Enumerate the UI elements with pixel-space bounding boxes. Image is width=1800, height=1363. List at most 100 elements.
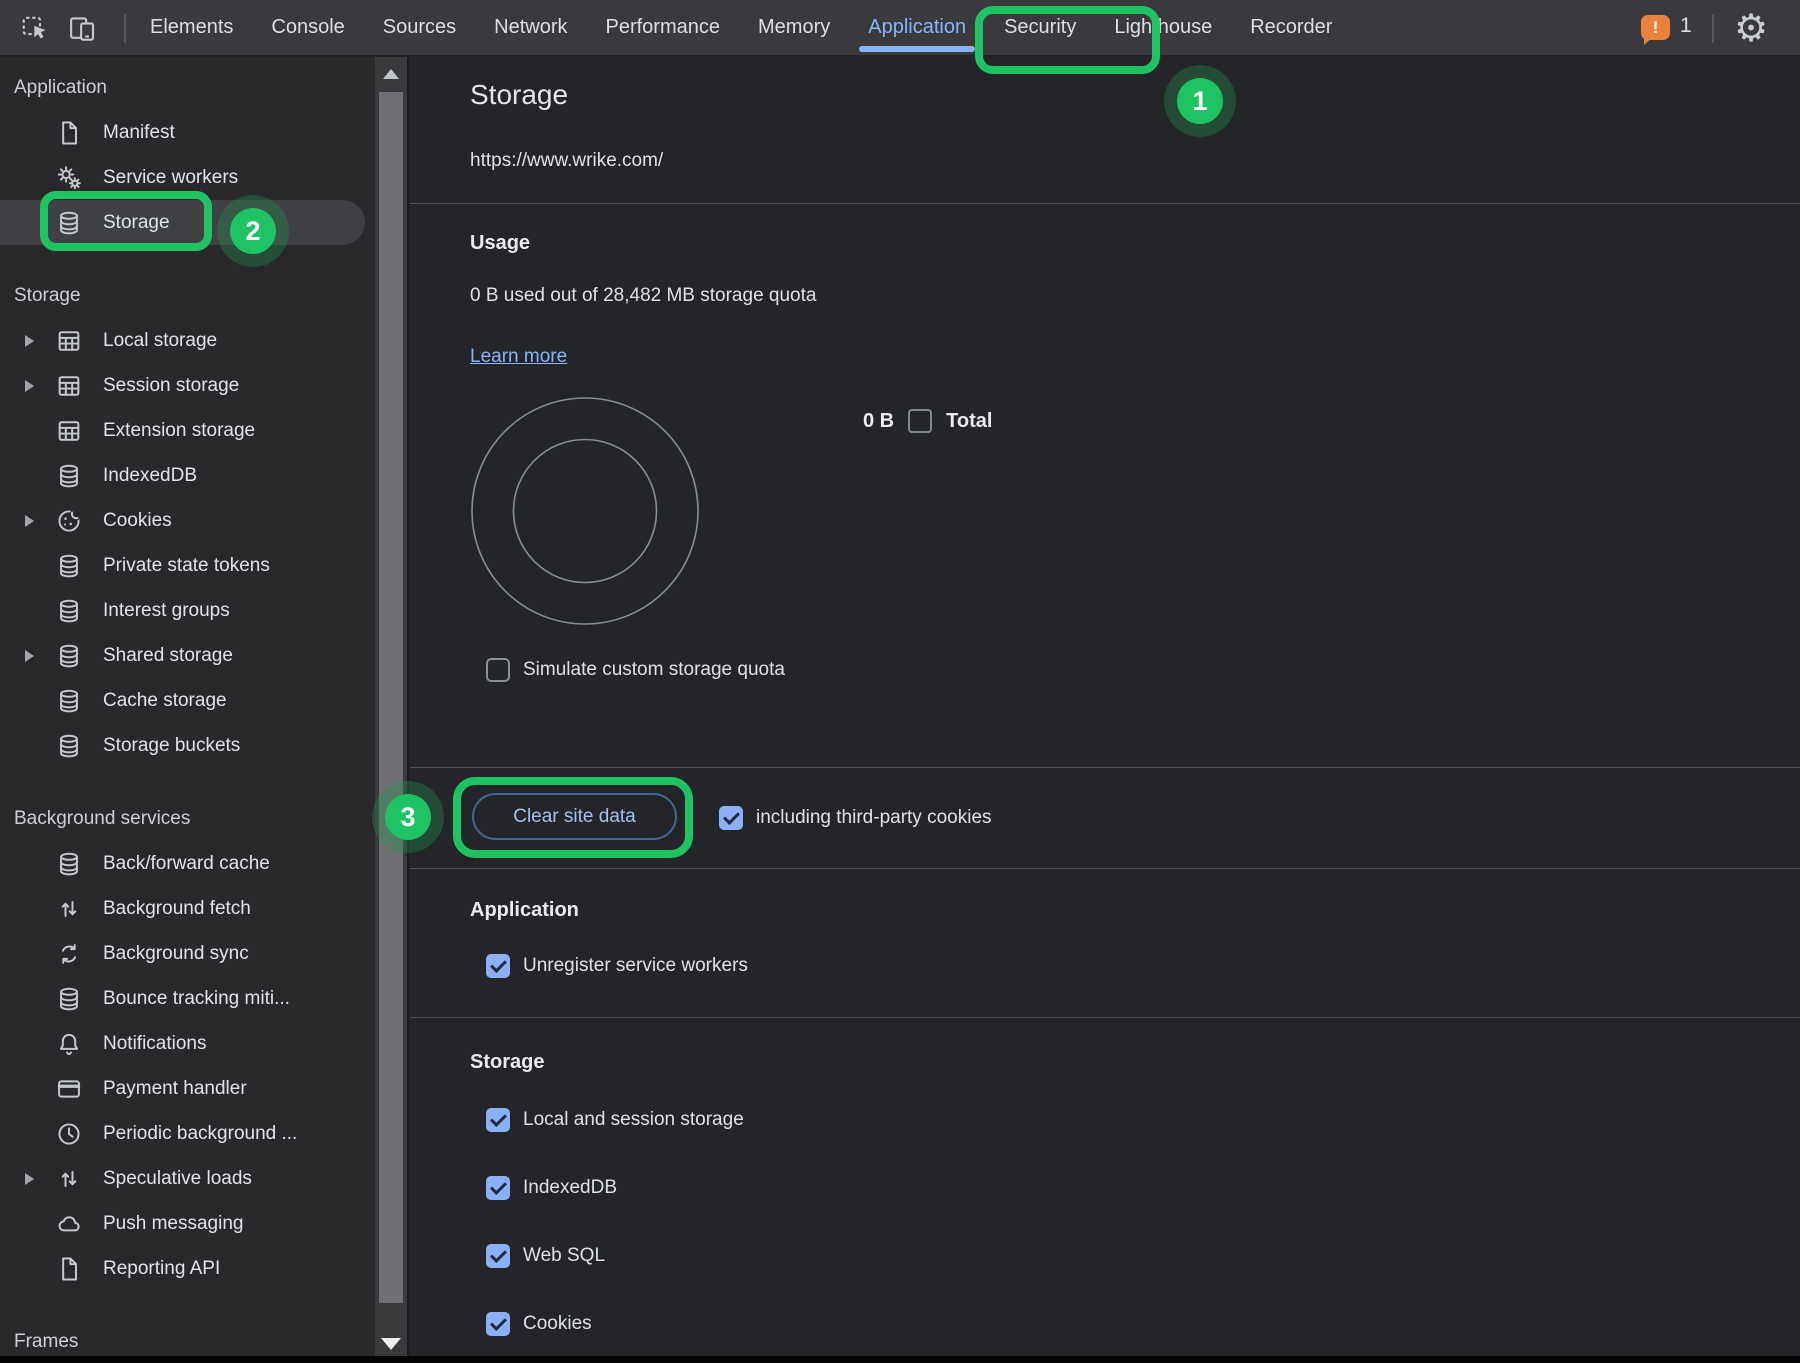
sidebar-item-push-messaging[interactable]: Push messaging (0, 1201, 375, 1246)
tab-memory[interactable]: Memory (739, 0, 849, 55)
indexeddb-checkbox[interactable] (486, 1176, 510, 1200)
cloud-icon (53, 1210, 85, 1238)
sidebar-item-session-storage[interactable]: Session storage (0, 363, 375, 408)
sidebar-item-label: Periodic background ... (103, 1123, 297, 1145)
storage-section-heading: Storage (470, 1051, 544, 1074)
sidebar-item-label: Private state tokens (103, 555, 270, 577)
table-icon (53, 372, 85, 400)
total-checkbox[interactable] (908, 409, 932, 433)
expand-triangle-icon[interactable] (25, 650, 53, 662)
sidebar-item-local-storage[interactable]: Local storage (0, 318, 375, 363)
tab-performance[interactable]: Performance (587, 0, 740, 55)
section-divider (410, 1017, 1800, 1018)
tab-sources[interactable]: Sources (364, 0, 475, 55)
sidebar-item-label: Extension storage (103, 420, 255, 442)
origin-url: https://www.wrike.com/ (470, 150, 663, 172)
devtools-toolbar: ElementsConsoleSourcesNetworkPerformance… (0, 0, 1800, 57)
sidebar-item-reporting-api[interactable]: Reporting API (0, 1246, 375, 1291)
usage-heading: Usage (470, 232, 530, 255)
indexeddb-row: IndexedDB (486, 1176, 617, 1200)
sidebar-item-label: Cookies (103, 510, 172, 532)
issues-count: 1 (1680, 14, 1692, 38)
gear-icon[interactable]: ⚙ (1734, 5, 1768, 51)
total-label: Total (946, 410, 992, 433)
toolbar-divider (124, 14, 126, 43)
sidebar-item-label: Background fetch (103, 898, 251, 920)
sidebar-item-storage-buckets[interactable]: Storage buckets (0, 723, 375, 768)
total-value: 0 B (863, 410, 894, 433)
database-icon (53, 642, 85, 670)
unregister-service-workers-row: Unregister service workers (486, 954, 748, 978)
learn-more-link[interactable]: Learn more (470, 346, 567, 368)
tab-label: Lighthouse (1114, 16, 1212, 39)
card-icon (53, 1075, 85, 1103)
expand-triangle-icon[interactable] (25, 1173, 53, 1185)
database-icon (53, 552, 85, 580)
web-sql-checkbox[interactable] (486, 1244, 510, 1268)
scrollbar-down-arrow-icon[interactable] (375, 1334, 407, 1354)
expand-triangle-icon[interactable] (25, 380, 53, 392)
simulate-quota-checkbox[interactable] (486, 658, 510, 682)
devtools-window: ElementsConsoleSourcesNetworkPerformance… (0, 0, 1800, 1363)
sidebar-item-manifest[interactable]: Manifest (0, 110, 375, 155)
expand-triangle-icon[interactable] (25, 335, 53, 347)
table-icon (53, 327, 85, 355)
cookies-checkbox[interactable] (486, 1312, 510, 1336)
tab-console[interactable]: Console (252, 0, 363, 55)
active-tab-underline (859, 46, 975, 52)
sidebar-item-background-sync[interactable]: Background sync (0, 931, 375, 976)
tab-security[interactable]: Security (985, 0, 1095, 55)
sidebar-item-background-fetch[interactable]: Background fetch (0, 886, 375, 931)
issues-exclamation: ! (1653, 18, 1659, 38)
scrollbar-thumb[interactable] (379, 92, 403, 1303)
sidebar-item-label: Local storage (103, 330, 217, 352)
sidebar-item-storage[interactable]: Storage (0, 200, 365, 245)
database-icon (53, 732, 85, 760)
tab-recorder[interactable]: Recorder (1231, 0, 1351, 55)
issues-badge-icon[interactable]: ! (1641, 15, 1670, 40)
page-title: Storage (470, 79, 568, 111)
sidebar-item-speculative-loads[interactable]: Speculative loads (0, 1156, 375, 1201)
sidebar-item-shared-storage[interactable]: Shared storage (0, 633, 375, 678)
tab-application[interactable]: Application (849, 0, 985, 55)
tab-network[interactable]: Network (475, 0, 586, 55)
unregister-service-workers-checkbox[interactable] (486, 954, 510, 978)
sidebar-item-bounce-tracking-miti-[interactable]: Bounce tracking miti... (0, 976, 375, 1021)
sidebar-item-label: Reporting API (103, 1258, 220, 1280)
sidebar-item-payment-handler[interactable]: Payment handler (0, 1066, 375, 1111)
inspect-element-icon[interactable] (18, 13, 52, 45)
sidebar-item-interest-groups[interactable]: Interest groups (0, 588, 375, 633)
sidebar-scrollbar[interactable] (375, 57, 407, 1356)
sidebar-item-private-state-tokens[interactable]: Private state tokens (0, 543, 375, 588)
sidebar-item-back-forward-cache[interactable]: Back/forward cache (0, 841, 375, 886)
unregister-service-workers-label: Unregister service workers (523, 955, 748, 977)
device-toolbar-icon[interactable] (66, 13, 100, 45)
tab-label: Application (868, 16, 966, 39)
bottom-edge (0, 1356, 1800, 1363)
sidebar-item-extension-storage[interactable]: Extension storage (0, 408, 375, 453)
sidebar-item-cache-storage[interactable]: Cache storage (0, 678, 375, 723)
sidebar-section-header-application: Application (0, 65, 375, 110)
simulate-quota-row: Simulate custom storage quota (486, 658, 785, 682)
sidebar-item-service-workers[interactable]: Service workers (0, 155, 375, 200)
third-party-cookies-row: including third-party cookies (719, 806, 992, 830)
tab-lighthouse[interactable]: Lighthouse (1095, 0, 1231, 55)
database-icon (53, 985, 85, 1013)
file-icon (53, 1255, 85, 1283)
section-divider (410, 767, 1800, 768)
sidebar-item-label: Shared storage (103, 645, 233, 667)
sidebar-section-header-frames: Frames (0, 1319, 375, 1356)
local-and-session-storage-checkbox[interactable] (486, 1108, 510, 1132)
sidebar-item-notifications[interactable]: Notifications (0, 1021, 375, 1066)
clear-site-data-button[interactable]: Clear site data (472, 793, 677, 840)
sidebar-item-indexeddb[interactable]: IndexedDB (0, 453, 375, 498)
sidebar-item-periodic-background-[interactable]: Periodic background ... (0, 1111, 375, 1156)
sidebar-item-cookies[interactable]: Cookies (0, 498, 375, 543)
sidebar-item-label: Back/forward cache (103, 853, 270, 875)
scrollbar-up-arrow-icon[interactable] (375, 57, 407, 90)
third-party-cookies-checkbox[interactable] (719, 806, 743, 830)
tab-elements[interactable]: Elements (131, 0, 252, 55)
expand-triangle-icon[interactable] (25, 515, 53, 527)
third-party-cookies-label: including third-party cookies (756, 807, 992, 829)
sidebar-item-label: IndexedDB (103, 465, 197, 487)
